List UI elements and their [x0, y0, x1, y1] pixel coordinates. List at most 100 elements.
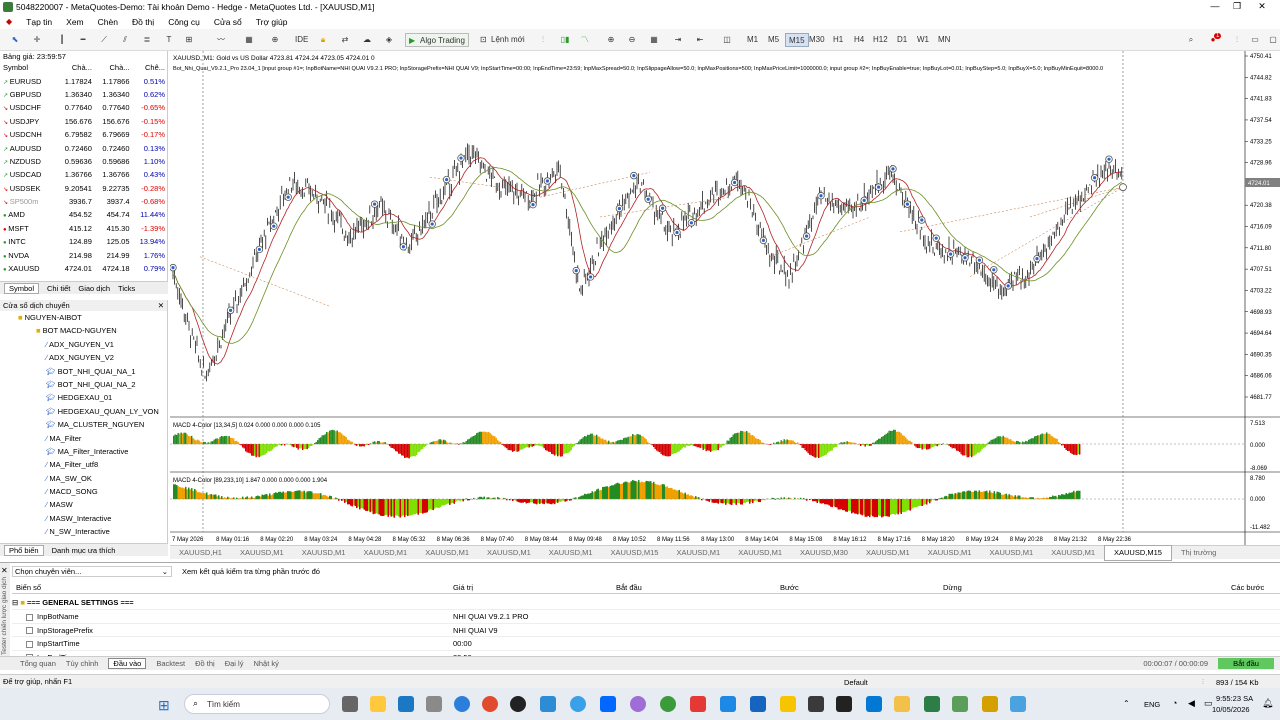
col-value[interactable]: Giá trị — [453, 583, 473, 592]
tab-custom[interactable]: Tùy chỉnh — [66, 659, 99, 668]
nav-expert-item[interactable]: ∕ ADX_NGUYEN_V2 — [0, 351, 167, 364]
nav-expert-item[interactable]: ∕ N_SW_Interactive — [0, 525, 167, 538]
tile-icon[interactable]: ▦ — [647, 33, 661, 47]
order-marker[interactable] — [730, 178, 739, 187]
metatrader-active-icon[interactable] — [952, 696, 968, 712]
order-marker[interactable] — [961, 254, 969, 262]
text-icon[interactable]: T — [162, 33, 176, 47]
zalo-icon[interactable] — [600, 696, 616, 712]
order-marker[interactable] — [687, 219, 696, 227]
tf-m30[interactable]: M30 — [806, 33, 828, 47]
yellow-app-icon[interactable] — [780, 696, 796, 712]
chart-tab[interactable]: XAUUSD,M1 — [231, 546, 293, 560]
market-watch-row[interactable]: ● INTC 124.89 125.05 13.94% — [0, 235, 166, 248]
menu-help[interactable]: Trợ giúp — [256, 17, 288, 27]
tab-overview[interactable]: Tổng quan — [20, 659, 56, 668]
expert-select[interactable]: Chọn chuyên viên... ⌄ — [12, 566, 172, 577]
param-checkbox[interactable] — [26, 640, 33, 648]
chart-tab[interactable]: XAUUSD,M1 — [857, 546, 919, 560]
nav-root-folder[interactable]: ■ NGUYEN-AIBOT — [0, 311, 167, 324]
order-marker[interactable] — [946, 250, 955, 258]
chart-tab[interactable]: XAUUSD,M15 — [602, 546, 668, 560]
order-marker[interactable] — [226, 306, 235, 315]
market-watch-row[interactable]: ● XAUUSD 4724.01 4724.18 0.79% — [0, 262, 166, 275]
order-marker[interactable] — [975, 256, 984, 264]
nav-expert-item[interactable]: ∕ MA_Filter — [0, 432, 167, 445]
order-marker[interactable] — [759, 236, 768, 245]
chart-tab[interactable]: XAUUSD,M1 — [540, 546, 602, 560]
market-watch-row[interactable]: ● MSFT 415.12 415.30 -1.39% — [0, 222, 166, 235]
col-variable[interactable]: Biến số — [16, 583, 41, 592]
order-marker[interactable] — [918, 216, 926, 224]
vertical-line-icon[interactable]: ┃ — [55, 33, 69, 47]
edge-icon[interactable] — [454, 696, 470, 712]
col-step[interactable]: Bước — [780, 583, 799, 592]
nav-expert-item[interactable]: 🎓︎ BOT_NHI_QUAI_NA_1 — [0, 365, 167, 378]
chart-tab[interactable]: XAUUSD,M1 — [478, 546, 540, 560]
nav-expert-item[interactable]: ∕ ADX_NGUYEN_V1 — [0, 338, 167, 351]
order-marker[interactable] — [673, 228, 681, 237]
order-marker[interactable] — [270, 222, 278, 230]
order-marker[interactable] — [370, 200, 379, 208]
tab-common[interactable]: Phổ biến — [4, 544, 44, 556]
order-marker[interactable] — [817, 192, 825, 200]
col-start[interactable]: Bắt đầu — [616, 583, 642, 592]
order-marker[interactable] — [889, 165, 897, 173]
price-chart[interactable]: 4750.41 4744.82 4741.83 4737.54 4733.25 4728.… — [169, 51, 1280, 545]
paint-icon[interactable] — [630, 696, 646, 712]
tf-d1[interactable]: D1 — [894, 33, 910, 47]
tab-details[interactable]: Chi tiết — [47, 284, 70, 293]
chart-tab[interactable]: XAUUSD,M1 — [667, 546, 729, 560]
order-marker[interactable] — [586, 273, 595, 281]
chart-tab[interactable]: XAUUSD,M30 — [791, 546, 857, 560]
excel-app-icon[interactable] — [836, 696, 852, 712]
col-stop[interactable]: Dừng — [943, 583, 962, 592]
order-marker[interactable] — [428, 220, 436, 228]
order-marker[interactable] — [874, 183, 883, 191]
line-chart-icon[interactable]: 〽 — [578, 33, 592, 47]
menu-charts[interactable]: Đồ thị — [132, 17, 154, 27]
nav-expert-item[interactable]: ∕ MA_Filter_utf8 — [0, 458, 167, 471]
zoom-in-icon[interactable]: ⊕ — [604, 33, 618, 47]
nav-expert-item[interactable]: ∕ MASW_Interactive — [0, 512, 167, 525]
chart-area[interactable]: 4750.41 4744.82 4741.83 4737.54 4733.25 4728.… — [169, 51, 1280, 545]
menu-window[interactable]: Cửa sổ — [214, 17, 242, 27]
order-marker[interactable] — [255, 245, 264, 254]
blue-app-icon[interactable] — [720, 696, 736, 712]
close-icon[interactable]: ✕ — [1252, 1, 1272, 12]
mail-icon[interactable] — [398, 696, 414, 712]
col-bid[interactable]: Chà... — [55, 61, 93, 74]
tab-backtest[interactable]: Backtest — [156, 659, 185, 668]
taskbar-search[interactable]: ⌕ Tìm kiếm — [184, 694, 330, 714]
tile-view-icon[interactable]: ▭ — [1248, 33, 1262, 47]
order-marker[interactable] — [442, 175, 451, 184]
bluetooth-icon[interactable] — [1010, 696, 1026, 712]
tab-journal[interactable]: Nhật ký — [253, 659, 278, 668]
market-watch-row[interactable]: ↘ SP500m 3936.7 3937.4 -0.68% — [0, 195, 166, 208]
chart-type-icon[interactable]: 〰 — [214, 33, 228, 47]
group-general-settings[interactable]: ⊟ ■ === GENERAL SETTINGS === — [12, 596, 1280, 610]
screenshot-icon[interactable]: ◫ — [720, 33, 734, 47]
vscode-icon[interactable] — [866, 696, 882, 712]
chart-tab[interactable]: XAUUSD,H1 — [170, 546, 231, 560]
chart-tab[interactable]: XAUUSD,M1 — [293, 546, 355, 560]
telegram-icon[interactable] — [570, 696, 586, 712]
restore-icon[interactable]: ❐ — [1227, 1, 1247, 12]
minimize-icon[interactable]: — — [1205, 1, 1225, 11]
order-marker[interactable] — [644, 195, 652, 203]
signal-strength-icon[interactable]: ⫶ — [1230, 33, 1244, 47]
tab-agents[interactable]: Đại lý — [225, 659, 244, 668]
shapes-icon[interactable]: ⊞ — [182, 33, 196, 47]
previous-results-label[interactable]: Xem kết quả kiểm tra từng phần trước đó — [182, 567, 320, 576]
market-watch-row[interactable]: ↘ USDCHF 0.77640 0.77640 -0.65% — [0, 101, 166, 114]
dark-app-icon[interactable] — [808, 696, 824, 712]
zoom-out-icon[interactable]: ⊖ — [625, 33, 639, 47]
order-marker[interactable] — [630, 171, 638, 180]
market-watch-row[interactable]: ↗ AUDUSD 0.72460 0.72460 0.13% — [0, 141, 166, 154]
menu-tools[interactable]: Công cụ — [168, 17, 200, 27]
start-button[interactable]: Bắt đầu — [1218, 658, 1274, 669]
param-value[interactable]: 00:00 — [453, 637, 472, 651]
order-marker[interactable] — [1033, 254, 1041, 263]
param-checkbox[interactable] — [26, 627, 33, 635]
order-marker[interactable] — [572, 266, 580, 275]
